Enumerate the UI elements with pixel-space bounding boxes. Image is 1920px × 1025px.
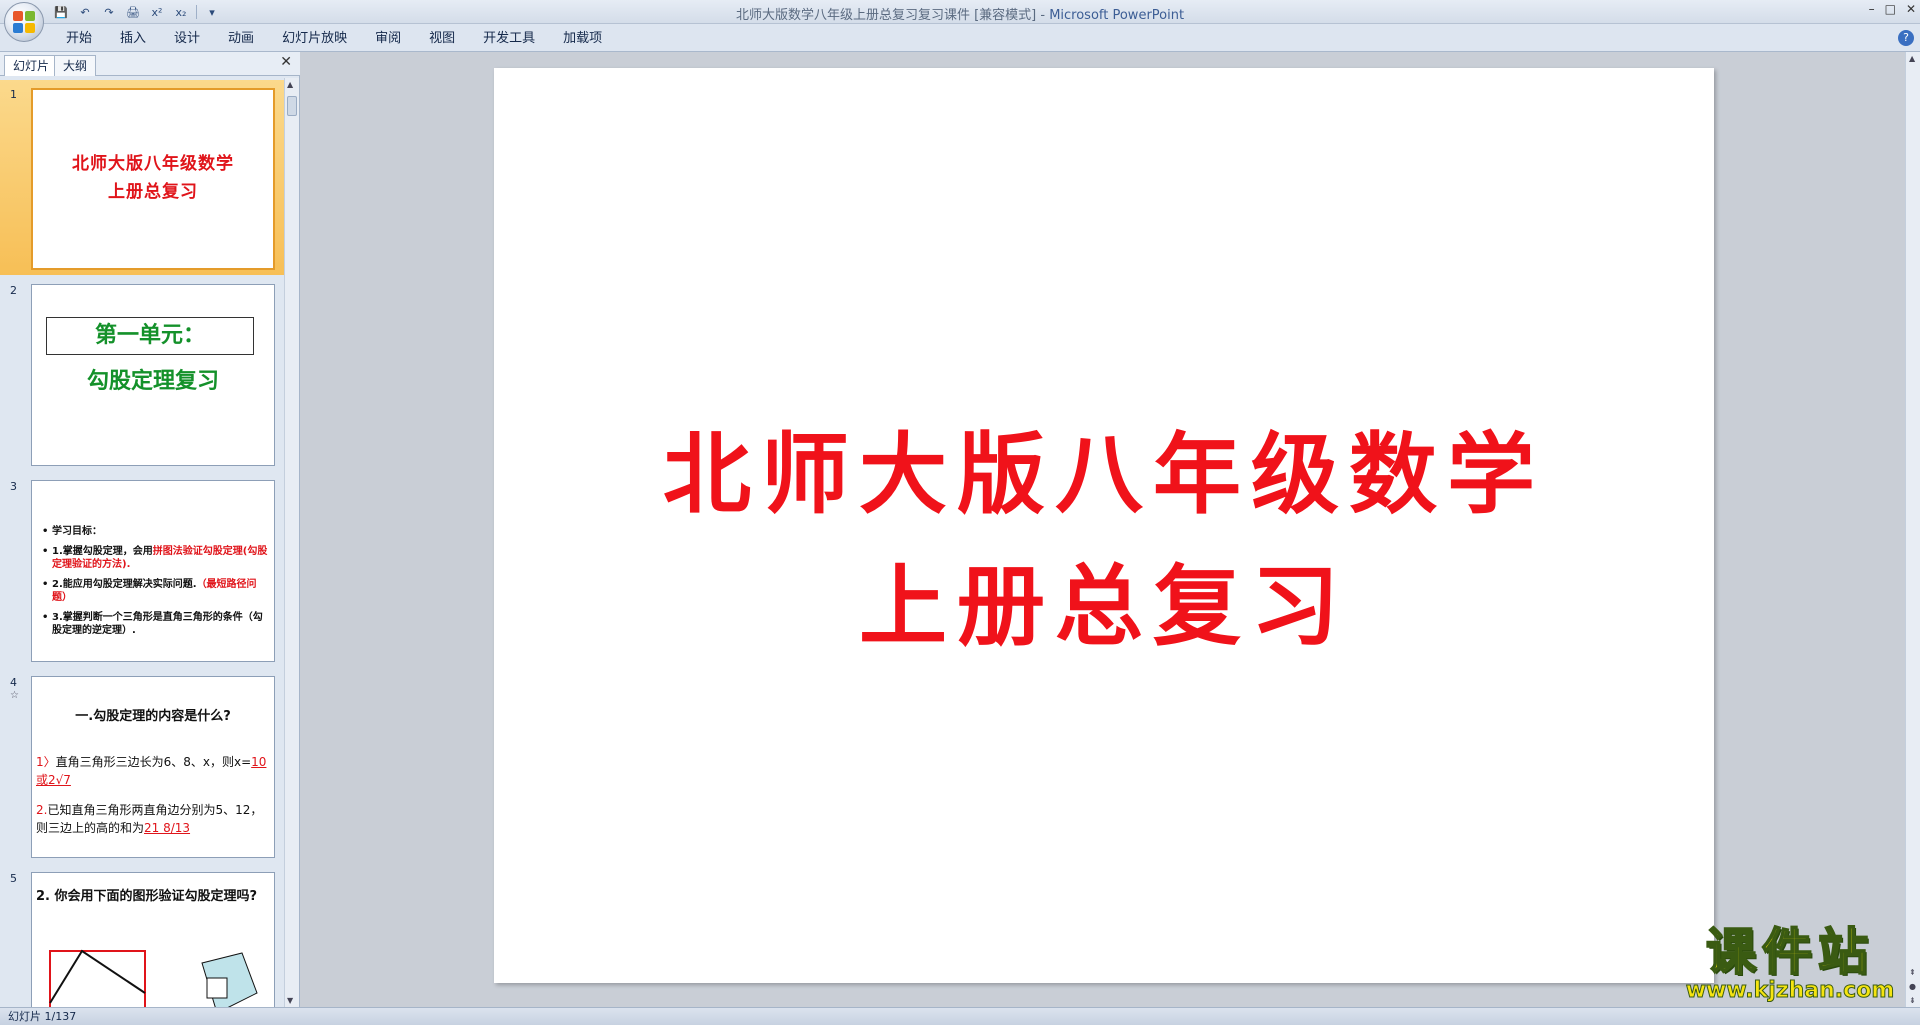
slide-title[interactable]: 北师大版八年级数学 上册总复习 (494, 408, 1714, 672)
tab-home[interactable]: 开始 (52, 29, 106, 49)
thumbnail-scrollbar[interactable]: ▲ ▼ (284, 78, 299, 1007)
thumb-question: 2. 你会用下面的图形验证勾股定理吗? (36, 889, 258, 904)
window-title: 北师大版数学八年级上册总复习复习课件 [兼容模式] - Microsoft Po… (735, 8, 1185, 23)
slide-thumbnails: 1 北师大版八年级数学上册总复习 2 第一单元： 勾股定理复习 3 学习目标： … (0, 78, 284, 1007)
slide-preview: 北师大版八年级数学 上册总复习 (31, 88, 275, 270)
tab-insert[interactable]: 插入 (106, 29, 160, 49)
slide-thumb-5[interactable]: 5 2. 你会用下面的图形验证勾股定理吗? (0, 864, 284, 1007)
window-controls: – □ ✕ (1869, 2, 1916, 16)
slide-thumb-2[interactable]: 2 第一单元： 勾股定理复习 (0, 276, 284, 471)
slide-number: 1 (10, 88, 17, 101)
document-title: 北师大版数学八年级上册总复习复习课件 [兼容模式] (735, 8, 1037, 23)
office-logo-icon (13, 11, 35, 33)
objective-item: 1.掌握勾股定理，会用拼图法验证勾股定理(勾股定理验证的方法). (42, 545, 268, 571)
office-button[interactable] (4, 2, 44, 42)
slide-title-line-1: 北师大版八年级数学 (662, 422, 1545, 526)
slide-editing-area: 北师大版八年级数学 上册总复习 (301, 52, 1905, 1007)
slide-number: 2 (10, 284, 17, 297)
slide-thumb-3[interactable]: 3 学习目标： 1.掌握勾股定理，会用拼图法验证勾股定理(勾股定理验证的方法).… (0, 472, 284, 667)
tab-review[interactable]: 审阅 (361, 29, 415, 49)
tab-view[interactable]: 视图 (415, 29, 469, 49)
tab-design[interactable]: 设计 (160, 29, 214, 49)
slide-number: 5 (10, 872, 17, 885)
pane-close-button[interactable]: ✕ (280, 54, 292, 70)
watermark-logo: 课件站 www.kjzhan.com (1670, 922, 1910, 1005)
maximize-button[interactable]: □ (1885, 2, 1896, 16)
objective-item: 2.能应用勾股定理解决实际问题.（最短路径问题） (42, 578, 268, 604)
slide-preview: 2. 你会用下面的图形验证勾股定理吗? (31, 872, 275, 1007)
previous-slide-icon[interactable]: ⇞ (1909, 968, 1916, 977)
slide-thumb-1[interactable]: 1 北师大版八年级数学 上册总复习 (0, 80, 284, 275)
thumb-objectives: 学习目标： 1.掌握勾股定理，会用拼图法验证勾股定理(勾股定理验证的方法). 2… (42, 525, 268, 644)
thumb-title: 北师大版八年级数学 上册总复习 (72, 154, 234, 202)
objective-item: 3.掌握判断一个三角形是直角三角形的条件（勾股定理的逆定理）. (42, 611, 268, 637)
scroll-up-icon[interactable]: ▲ (1909, 54, 1915, 63)
slide-preview: 一.勾股定理的内容是什么? 1〉直角三角形三边长为6、8、x，则x=10或2√7… (31, 676, 275, 858)
scroll-down-icon[interactable]: ▼ (287, 996, 293, 1005)
slide-title-line-2: 上册总复习 (858, 554, 1349, 658)
animation-star-icon: ☆ (10, 690, 19, 701)
slides-pane: 幻灯片 大纲 ✕ 1 北师大版八年级数学 上册总复习 2 第一单元： 勾股定理复习… (0, 52, 300, 1007)
scroll-up-icon[interactable]: ▲ (287, 80, 293, 89)
help-icon[interactable]: ? (1898, 30, 1914, 46)
close-button[interactable]: ✕ (1906, 2, 1916, 16)
scroll-thumb[interactable] (287, 96, 297, 116)
current-slide[interactable]: 北师大版八年级数学 上册总复习 (494, 68, 1714, 983)
thumb-question: 一.勾股定理的内容是什么? (75, 709, 231, 724)
thumb-subtitle: 勾股定理复习 (86, 369, 219, 394)
slide-preview: 第一单元： 勾股定理复习 (31, 284, 275, 466)
slide-number: 3 (10, 480, 17, 493)
tab-outline[interactable]: 大纲 (54, 55, 97, 76)
slide-counter: 幻灯片 1/137 (8, 1010, 77, 1023)
tab-developer[interactable]: 开发工具 (469, 29, 549, 49)
minimize-button[interactable]: – (1869, 2, 1875, 16)
tab-animations[interactable]: 动画 (214, 29, 268, 49)
tab-slide-show[interactable]: 幻灯片放映 (268, 29, 361, 49)
next-slide-icon[interactable]: ⇟ (1909, 996, 1916, 1005)
select-browse-object-icon[interactable]: ● (1909, 982, 1916, 991)
pythagoras-figures (49, 949, 258, 1007)
slide-preview: 学习目标： 1.掌握勾股定理，会用拼图法验证勾股定理(勾股定理验证的方法). 2… (31, 480, 275, 662)
ribbon-tabs: 开始 插入 设计 动画 幻灯片放映 审阅 视图 开发工具 加载项 ? (0, 24, 1920, 52)
watermark-title: 课件站 (1705, 922, 1874, 981)
pane-tabs: 幻灯片 大纲 ✕ (0, 52, 300, 76)
app-name: Microsoft PowerPoint (1049, 8, 1185, 23)
slide-number: 4 (10, 676, 17, 689)
vertical-scrollbar[interactable]: ▲ ⇞ ● ⇟ (1905, 52, 1920, 1007)
title-bar: 💾 ↶ ↷ 🖨 x² x₂ ▾ 北师大版数学八年级上册总复习复习课件 [兼容模式… (0, 0, 1920, 24)
tab-slides[interactable]: 幻灯片 (4, 55, 59, 76)
thumb-answers: 1〉直角三角形三边长为6、8、x，则x=10或2√7 2.已知直角三角形两直角边… (36, 755, 267, 835)
status-bar: 幻灯片 1/137 (0, 1007, 1920, 1025)
tab-add-ins[interactable]: 加载项 (549, 29, 616, 49)
slide-thumb-4[interactable]: 4 ☆ 一.勾股定理的内容是什么? 1〉直角三角形三边长为6、8、x，则x=10… (0, 668, 284, 863)
thumb-unit-box: 第一单元： (46, 317, 254, 355)
objective-item: 学习目标： (42, 525, 268, 538)
watermark-url: www.kjzhan.com (1685, 978, 1895, 1003)
